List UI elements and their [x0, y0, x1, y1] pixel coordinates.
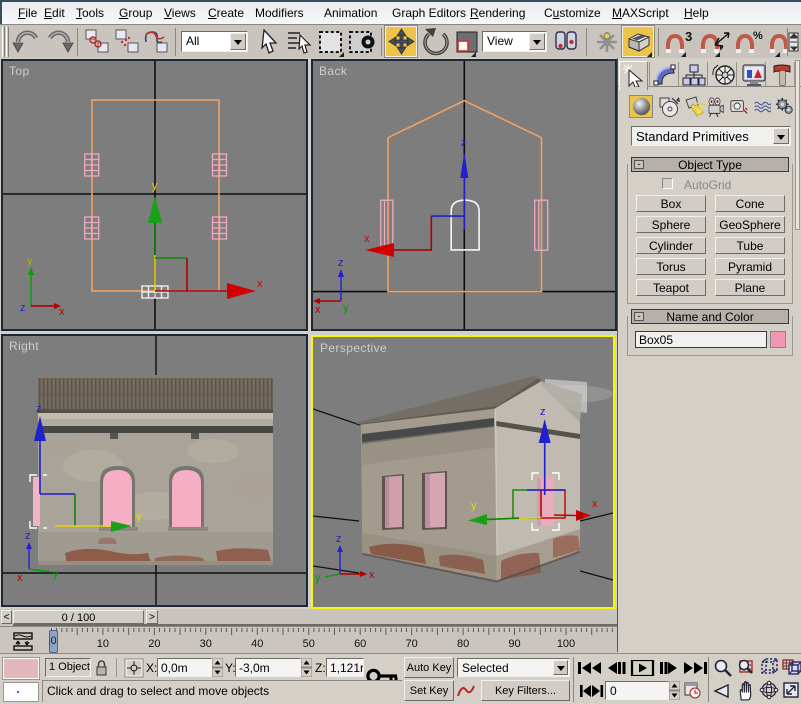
svg-text:x: x: [17, 572, 23, 584]
svg-text:70: 70: [405, 638, 417, 650]
svg-text:z: z: [338, 257, 344, 269]
svg-text:10: 10: [97, 638, 109, 650]
svg-text:x: x: [364, 233, 370, 245]
svg-text:y: y: [53, 568, 59, 580]
svg-text:x: x: [257, 278, 263, 290]
svg-text:z: z: [461, 137, 467, 149]
svg-text:x: x: [369, 569, 375, 581]
svg-text:x: x: [592, 498, 598, 510]
svg-text:40: 40: [251, 638, 263, 650]
svg-text:30: 30: [200, 638, 212, 650]
svg-text:60: 60: [354, 638, 366, 650]
svg-text:100: 100: [557, 638, 575, 650]
svg-text:20: 20: [148, 638, 160, 650]
svg-text:90: 90: [508, 638, 520, 650]
svg-text:50: 50: [303, 638, 315, 650]
svg-text:y: y: [27, 255, 33, 267]
svg-text:z: z: [25, 530, 31, 542]
svg-text:x: x: [59, 306, 65, 318]
svg-text:3: 3: [685, 29, 692, 44]
svg-text:80: 80: [457, 638, 469, 650]
svg-text:x: x: [315, 304, 321, 316]
svg-text:y: y: [471, 500, 477, 512]
svg-text:z: z: [20, 302, 26, 314]
svg-text:y: y: [136, 511, 142, 523]
svg-text:y: y: [152, 180, 158, 192]
svg-text:z: z: [336, 533, 342, 545]
svg-text:%: %: [753, 30, 763, 42]
svg-text:z: z: [36, 403, 42, 415]
svg-text:y: y: [315, 572, 321, 584]
svg-text:z: z: [540, 406, 546, 418]
svg-text:y: y: [343, 302, 349, 314]
